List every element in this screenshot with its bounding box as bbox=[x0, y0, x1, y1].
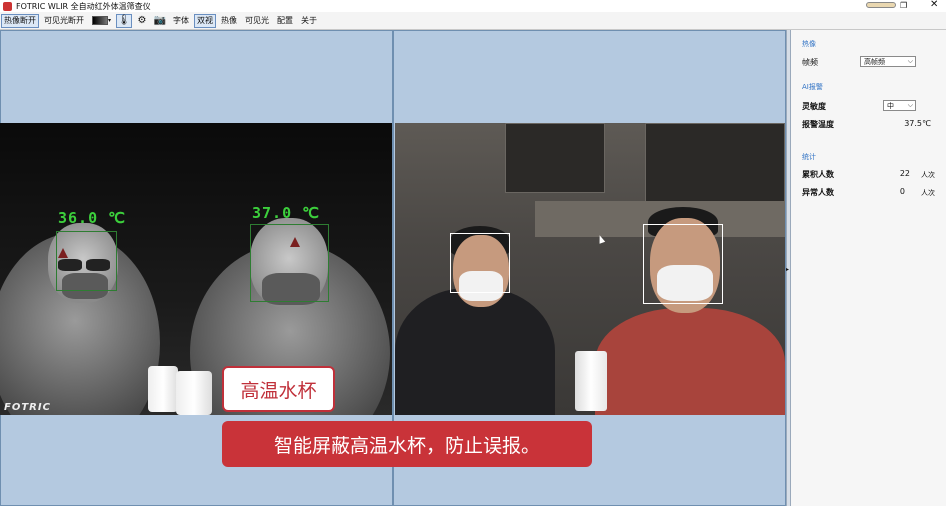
font-button[interactable]: 字体 bbox=[170, 14, 192, 28]
caption-feature: 智能屏蔽高温水杯，防止误报。 bbox=[222, 421, 592, 467]
chevron-down-icon: ⌵ bbox=[907, 57, 913, 65]
close-icon[interactable]: ✕ bbox=[930, 0, 938, 10]
hot-cup bbox=[176, 371, 212, 415]
caption-hot-cup: 高温水杯 bbox=[222, 366, 335, 412]
wall-window bbox=[645, 123, 785, 203]
thermal-view-button[interactable]: 热像 bbox=[218, 14, 240, 28]
sensitivity-label: 灵敏度 bbox=[802, 102, 826, 111]
temperature-label: 37.0 ℃ bbox=[252, 204, 320, 222]
sensitivity-select[interactable]: 中 ⌵ bbox=[883, 100, 916, 111]
total-count-value: 22 bbox=[899, 169, 910, 178]
section-thermal: 热像 bbox=[802, 40, 816, 48]
detection-box bbox=[56, 231, 117, 291]
toolbar: 热像断开 可见光断开 ▾ 🌡 ⚙ 📷 字体 双视 热像 可见光 配置 关于 bbox=[0, 12, 946, 30]
frame-rate-select[interactable]: 高帧频 ⌵ bbox=[860, 56, 916, 67]
face-detection-box bbox=[643, 224, 723, 304]
total-count-unit: 人次 bbox=[921, 171, 935, 179]
detection-box bbox=[250, 224, 329, 302]
person-right-body bbox=[595, 308, 785, 415]
title-bar: FOTRIC WLIR 全自动红外体温筛查仪 ❐ ✕ bbox=[0, 0, 946, 12]
temperature-label: 36.0 ℃ bbox=[58, 209, 126, 227]
dual-view-button[interactable]: 双视 bbox=[194, 13, 217, 28]
palette-dropdown[interactable]: ▾ bbox=[89, 14, 114, 28]
hotspot-marker-icon bbox=[58, 248, 68, 258]
frame-rate-value: 高帧频 bbox=[864, 57, 885, 66]
sensitivity-value: 中 bbox=[887, 101, 894, 110]
settings-icon[interactable]: ⚙ bbox=[134, 14, 150, 28]
palette-swatch-icon bbox=[92, 16, 108, 25]
abnormal-count-value: 0 bbox=[899, 187, 905, 196]
alarm-temp-label: 报警温度 bbox=[802, 120, 834, 129]
person-left-body bbox=[395, 288, 555, 415]
app-logo-icon bbox=[3, 1, 12, 11]
section-stats: 统计 bbox=[802, 153, 816, 161]
settings-panel: 热像 帧频 高帧频 ⌵ AI报警 灵敏度 中 ⌵ 报警温度 37.5℃ 统计 累… bbox=[791, 30, 946, 506]
thermometer-icon[interactable]: 🌡 bbox=[116, 13, 133, 28]
mug bbox=[575, 351, 607, 411]
restore-icon[interactable]: ❐ bbox=[900, 1, 907, 10]
hot-cup bbox=[148, 366, 178, 412]
config-button[interactable]: 配置 bbox=[274, 14, 296, 28]
frame-rate-label: 帧频 bbox=[802, 58, 818, 67]
face-detection-box bbox=[450, 233, 510, 293]
total-count-label: 累积人数 bbox=[802, 170, 834, 179]
abnormal-count-label: 异常人数 bbox=[802, 188, 834, 197]
visible-image[interactable] bbox=[395, 123, 785, 415]
chevron-down-icon: ⌵ bbox=[907, 101, 913, 109]
visible-view-button[interactable]: 可见光 bbox=[242, 14, 272, 28]
collapse-arrow-icon[interactable]: ▸ bbox=[786, 266, 789, 273]
visible-connect-button[interactable]: 可见光断开 bbox=[41, 14, 87, 28]
wall-window bbox=[505, 123, 605, 193]
abnormal-count-unit: 人次 bbox=[921, 189, 935, 197]
about-button[interactable]: 关于 bbox=[298, 14, 320, 28]
fotric-logo: FOTRIC bbox=[4, 402, 51, 413]
alarm-temp-value[interactable]: 37.5℃ bbox=[891, 119, 931, 128]
hotspot-marker-icon bbox=[290, 237, 300, 247]
temperature-slider[interactable] bbox=[866, 2, 896, 8]
window-title: FOTRIC WLIR 全自动红外体温筛查仪 bbox=[16, 1, 151, 11]
section-ai-alarm: AI报警 bbox=[802, 83, 823, 91]
camera-icon[interactable]: 📷 bbox=[152, 14, 168, 28]
thermal-connect-button[interactable]: 热像断开 bbox=[1, 13, 39, 28]
